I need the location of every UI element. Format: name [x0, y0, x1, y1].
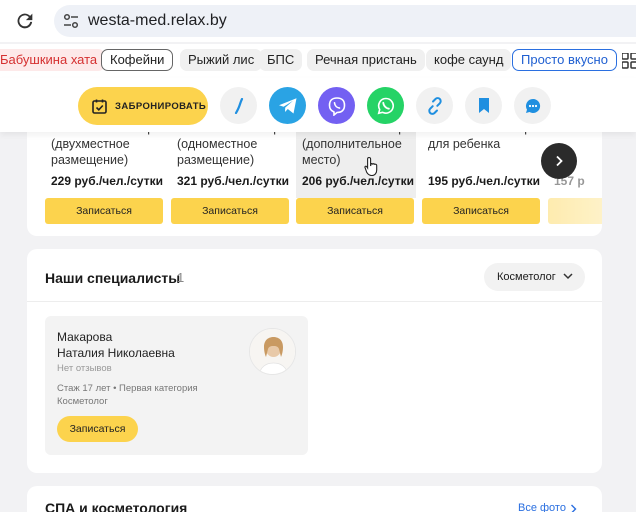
bookmark-chip[interactable]: Просто вкусно	[512, 49, 617, 71]
specialists-section: Наши специалисты 1 Косметолог Макарова Н…	[27, 249, 602, 473]
bookmark-chip[interactable]: Бабушкина хата	[0, 49, 106, 71]
bookmark-button[interactable]	[465, 87, 502, 124]
specialist-reviews: Нет отзывов	[57, 363, 112, 374]
bookmark-chip[interactable]: Кофейни	[101, 49, 174, 71]
url-text[interactable]: westa-med.relax.by	[88, 12, 227, 30]
all-photos-link[interactable]: Все фото	[518, 502, 577, 512]
telegram-button[interactable]	[269, 87, 306, 124]
bookmark-chip[interactable]: кофе саунд	[426, 49, 512, 71]
chevron-down-icon	[563, 273, 573, 280]
specialist-experience: Стаж 17 лет • Первая категория	[57, 383, 198, 394]
service-card[interactable]: комнатный номер для ребенка 195 руб./чел…	[422, 118, 540, 224]
link-button[interactable]	[416, 87, 453, 124]
calendar-check-icon	[92, 99, 107, 114]
all-photos-label: Все фото	[518, 502, 566, 512]
book-service-button[interactable]: Записаться	[422, 198, 540, 224]
bookmark-icon	[478, 98, 489, 113]
book-button-label: ЗАБРОНИРОВАТЬ	[115, 100, 207, 112]
specialty-filter-dropdown[interactable]: Косметолог	[484, 263, 585, 291]
phone-icon	[234, 97, 243, 114]
specialist-name: Наталия Николаевна	[57, 346, 175, 360]
section-title: СПА и косметология	[45, 500, 188, 512]
avatar	[249, 328, 296, 375]
apps-grid-icon[interactable]	[622, 53, 636, 69]
chevron-right-icon	[571, 504, 577, 512]
whatsapp-button[interactable]	[367, 87, 404, 124]
service-price: 195 руб./чел./сутки	[428, 174, 540, 188]
service-price: 229 руб./чел./сутки	[51, 174, 163, 188]
chevron-right-icon	[556, 155, 563, 167]
whatsapp-icon	[377, 97, 394, 114]
site-settings-icon[interactable]	[62, 12, 80, 30]
action-bar: ЗАБРОНИРОВАТЬ	[0, 78, 636, 132]
service-card[interactable]: комнатный номер (дополнительное место) 2…	[296, 118, 414, 224]
service-card[interactable]: комнатный номер (двухместное размещение)…	[45, 118, 163, 224]
filter-value: Косметолог	[497, 271, 556, 283]
divider	[27, 301, 602, 302]
viber-button[interactable]	[318, 87, 355, 124]
specialist-role: Косметолог	[57, 396, 108, 407]
book-button[interactable]: ЗАБРОНИРОВАТЬ	[78, 87, 208, 125]
book-service-button[interactable]: Записаться	[45, 198, 163, 224]
services-carousel: комнатный номер (двухместное размещение)…	[27, 118, 602, 236]
book-service-button[interactable]: Записаться	[296, 198, 414, 224]
service-price: 206 руб./чел./сутки	[302, 174, 414, 188]
bookmark-chip[interactable]: Речная пристань	[307, 49, 425, 71]
viber-icon	[328, 96, 345, 116]
chat-button[interactable]	[514, 87, 551, 124]
chat-icon	[525, 98, 540, 113]
book-specialist-button[interactable]: Записаться	[57, 416, 138, 442]
bookmarks-bar: Бабушкина хата Кофейни Рыжий лис БПС Реч…	[0, 44, 636, 78]
address-bar[interactable]: westa-med.relax.by	[54, 5, 636, 37]
book-service-button[interactable]	[548, 198, 602, 224]
specialist-photo-icon	[250, 329, 295, 374]
bookmark-chip[interactable]: Рыжий лис	[180, 49, 263, 71]
telegram-icon	[278, 97, 296, 113]
service-card[interactable]: комнатный номер (одноместное размещение)…	[171, 118, 289, 224]
specialist-surname: Макарова	[57, 330, 113, 344]
carousel-next-button[interactable]	[541, 143, 577, 179]
hand-cursor-icon	[364, 156, 378, 177]
phone-button[interactable]	[220, 87, 257, 124]
link-icon	[427, 96, 442, 115]
service-price: 321 руб./чел./сутки	[177, 174, 289, 188]
spa-section: СПА и косметология Все фото	[27, 486, 602, 512]
section-title: Наши специалисты	[45, 270, 181, 286]
reload-icon[interactable]	[14, 10, 36, 32]
specialists-count: 1	[177, 270, 185, 285]
bookmark-chip[interactable]: БПС	[259, 49, 303, 71]
specialist-card[interactable]: Макарова Наталия Николаевна Нет отзывов …	[45, 316, 308, 455]
browser-toolbar: westa-med.relax.by	[0, 0, 636, 42]
book-service-button[interactable]: Записаться	[171, 198, 289, 224]
